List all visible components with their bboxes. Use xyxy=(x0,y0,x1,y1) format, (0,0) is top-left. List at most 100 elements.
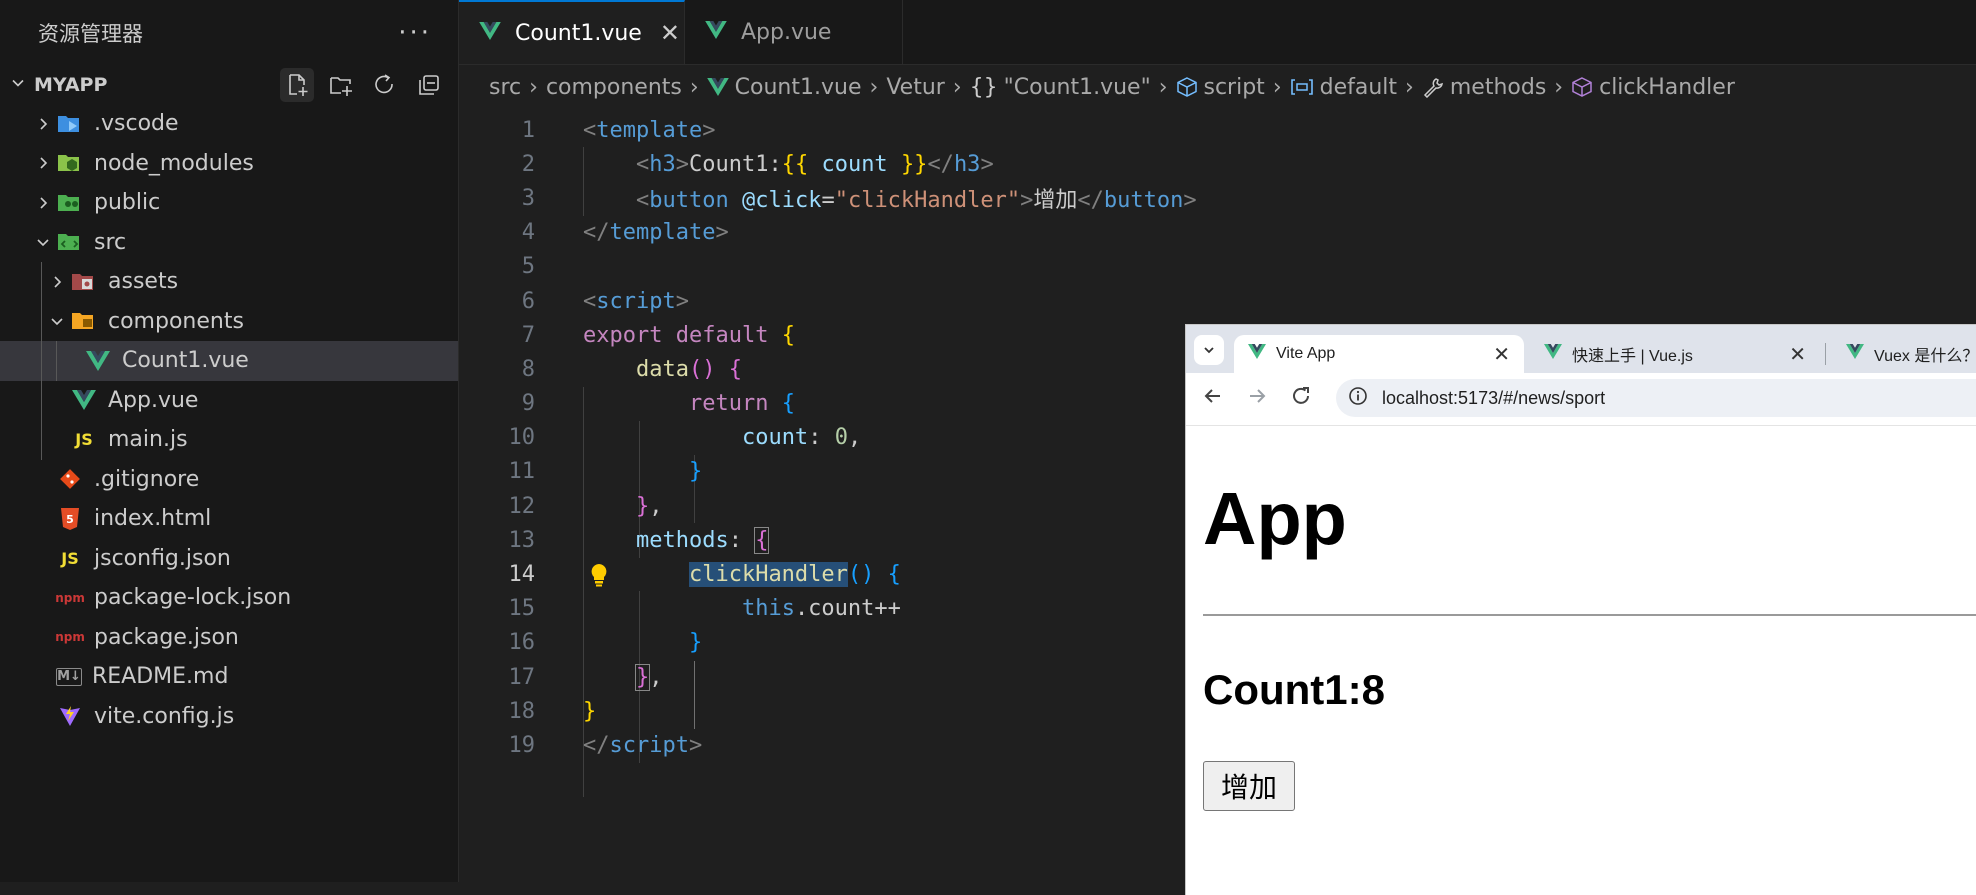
breadcrumb-item[interactable]: clickHandler xyxy=(1599,75,1735,100)
tree-item-main-js[interactable]: JS main.js xyxy=(0,420,458,460)
browser-tab-vite-app[interactable]: Vite App ✕ xyxy=(1234,335,1524,373)
address-bar[interactable]: localhost:5173/#/news/sport xyxy=(1336,379,1976,417)
explorer-title: 资源管理器 xyxy=(38,22,143,46)
close-icon[interactable]: ✕ xyxy=(1493,342,1510,367)
code-line: 6 <script> xyxy=(521,288,689,314)
vite-icon xyxy=(56,704,84,728)
close-icon[interactable]: ✕ xyxy=(660,19,680,47)
tree-item-jsconfig-json[interactable]: JS jsconfig.json xyxy=(0,539,458,579)
tree-item-src[interactable]: src xyxy=(0,223,458,263)
tree-item-label: README.md xyxy=(92,664,229,690)
divider xyxy=(1203,614,1976,616)
braces-icon: {} xyxy=(969,74,998,100)
public-folder-icon xyxy=(56,191,84,215)
html5-icon: 5 xyxy=(56,507,84,531)
components-folder-icon xyxy=(70,309,98,333)
vue-icon xyxy=(479,21,501,46)
new-folder-icon[interactable] xyxy=(324,68,358,102)
browser-tab-vue-quickstart[interactable]: 快速上手 | Vue.js ✕ xyxy=(1530,335,1820,373)
breadcrumb-item[interactable]: Count1.vue xyxy=(735,75,862,100)
browser-tab-label: 快速上手 | Vue.js xyxy=(1572,348,1693,365)
tree-item-label: node_modules xyxy=(94,150,254,176)
breadcrumb-item[interactable]: methods xyxy=(1450,75,1546,100)
editor-tabbar: Count1.vue ✕ App.vue xyxy=(459,0,1976,65)
page-title: App xyxy=(1203,477,1347,560)
tab-label: App.vue xyxy=(741,19,832,45)
cube-icon xyxy=(1176,76,1198,98)
tree-item-app-vue[interactable]: App.vue xyxy=(0,380,458,420)
increment-button[interactable]: 增加 xyxy=(1203,761,1295,811)
chevron-right-icon xyxy=(44,275,70,289)
tab-search-chevron-icon[interactable] xyxy=(1194,335,1224,365)
tree-item-count1-vue[interactable]: Count1.vue xyxy=(0,341,458,381)
svg-text:5: 5 xyxy=(66,513,74,526)
file-tree: .vscode node_modules public src assets c… xyxy=(0,104,458,736)
tab-app-vue[interactable]: App.vue xyxy=(685,0,903,64)
src-folder-icon xyxy=(56,230,84,254)
markdown-icon: M↓ xyxy=(56,667,82,686)
variable-icon xyxy=(1290,77,1314,97)
tree-item-vite-config-js[interactable]: vite.config.js xyxy=(0,697,458,737)
tree-item-label: package.json xyxy=(94,624,239,650)
chevron-right-icon: › xyxy=(1405,74,1414,100)
refresh-icon[interactable] xyxy=(368,68,402,102)
chevron-down-icon xyxy=(10,74,34,96)
chevron-right-icon: › xyxy=(1158,74,1168,100)
browser-tab-label: Vite App xyxy=(1276,345,1336,362)
vue-icon xyxy=(705,20,727,45)
tree-item-label: vite.config.js xyxy=(94,703,235,729)
reload-icon[interactable] xyxy=(1290,385,1312,413)
tree-item-readme-md[interactable]: M↓ README.md xyxy=(0,657,458,697)
tree-item-public[interactable]: public xyxy=(0,183,458,223)
code-line: 3 <button @click="clickHandler">增加</butt… xyxy=(521,185,1197,214)
tree-item-package-lock-json[interactable]: npm package-lock.json xyxy=(0,578,458,618)
tree-item-vscode[interactable]: .vscode xyxy=(0,104,458,144)
explorer-sidebar: 资源管理器 ··· MYAPP .vscode node_modules pub… xyxy=(0,0,459,882)
npm-icon: npm xyxy=(55,590,85,605)
tree-item-label: .vscode xyxy=(94,111,179,137)
vue-icon xyxy=(1544,344,1562,364)
tree-item-label: App.vue xyxy=(108,387,199,413)
tree-item-label: assets xyxy=(108,269,179,295)
chevron-right-icon xyxy=(30,156,56,170)
tab-count1-vue[interactable]: Count1.vue ✕ xyxy=(459,0,685,64)
tree-item-assets[interactable]: assets xyxy=(0,262,458,302)
tree-item-components[interactable]: components xyxy=(0,301,458,341)
back-arrow-icon[interactable] xyxy=(1202,385,1224,413)
close-icon[interactable]: ✕ xyxy=(1789,342,1806,367)
browser-tab-vuex[interactable]: Vuex 是什么？ | xyxy=(1832,335,1976,373)
breadcrumb-item[interactable]: script xyxy=(1204,75,1265,100)
project-section-header[interactable]: MYAPP xyxy=(0,66,458,104)
project-name: MYAPP xyxy=(34,74,108,96)
forward-arrow-icon[interactable] xyxy=(1246,385,1268,413)
tree-item-node-modules[interactable]: node_modules xyxy=(0,144,458,184)
breadcrumb-item[interactable]: components xyxy=(546,75,682,100)
new-file-icon[interactable] xyxy=(280,68,314,102)
breadcrumb-item[interactable]: src xyxy=(489,75,521,100)
url-text: localhost:5173/#/news/sport xyxy=(1382,387,1606,408)
git-icon xyxy=(56,467,84,491)
tree-item-label: components xyxy=(108,308,244,334)
chevron-right-icon: › xyxy=(529,74,538,100)
collapse-all-icon[interactable] xyxy=(412,68,446,102)
tree-item-index-html[interactable]: 5 index.html xyxy=(0,499,458,539)
breadcrumb-item[interactable]: "Count1.vue" xyxy=(1004,75,1151,100)
tree-item-label: main.js xyxy=(108,427,188,453)
vue-icon xyxy=(1846,344,1864,364)
site-info-icon[interactable] xyxy=(1348,386,1368,411)
tree-item-label: Count1.vue xyxy=(122,348,249,374)
chevron-down-icon xyxy=(44,314,70,328)
browser-window: Vite App ✕ 快速上手 | Vue.js ✕ Vuex 是什么？ | l… xyxy=(1185,324,1976,895)
code-line: 4 </template> xyxy=(521,220,729,246)
tree-item-gitignore[interactable]: .gitignore xyxy=(0,460,458,500)
breadcrumb-item[interactable]: Vetur xyxy=(886,75,945,100)
chevron-right-icon: › xyxy=(689,74,699,100)
explorer-header: 资源管理器 ··· xyxy=(0,0,458,66)
explorer-actions xyxy=(280,68,446,102)
breadcrumb-item[interactable]: default xyxy=(1320,75,1397,100)
tree-item-package-json[interactable]: npm package.json xyxy=(0,618,458,658)
more-actions-icon[interactable]: ··· xyxy=(398,18,432,48)
chevron-right-icon: › xyxy=(1554,74,1564,100)
tree-item-label: src xyxy=(94,229,127,255)
tree-item-label: jsconfig.json xyxy=(94,545,231,571)
